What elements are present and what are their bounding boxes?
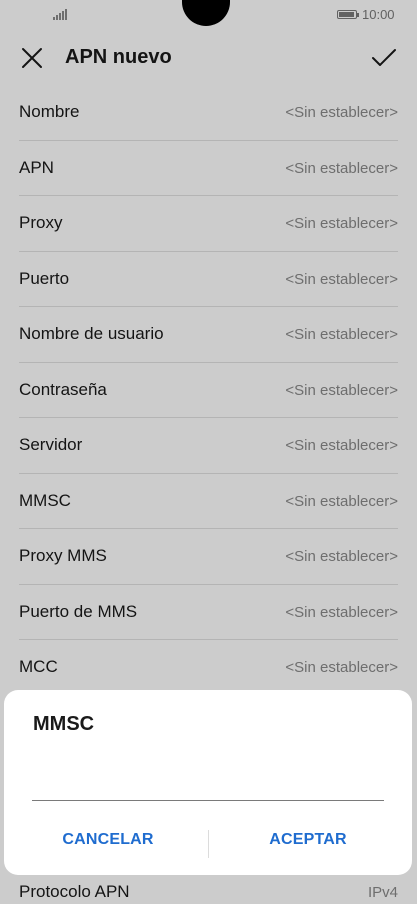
cancel-button[interactable]: CANCELAR — [8, 825, 208, 855]
button-divider — [208, 830, 209, 858]
apn-settings-screen: 10:00 APN nuevo Nombre <Sin establecer> … — [0, 0, 417, 904]
mmsc-dialog: MMSC CANCELAR ACEPTAR — [4, 690, 412, 875]
dialog-title: MMSC — [33, 713, 95, 735]
mmsc-input[interactable] — [32, 758, 384, 801]
accept-button[interactable]: ACEPTAR — [210, 825, 406, 855]
